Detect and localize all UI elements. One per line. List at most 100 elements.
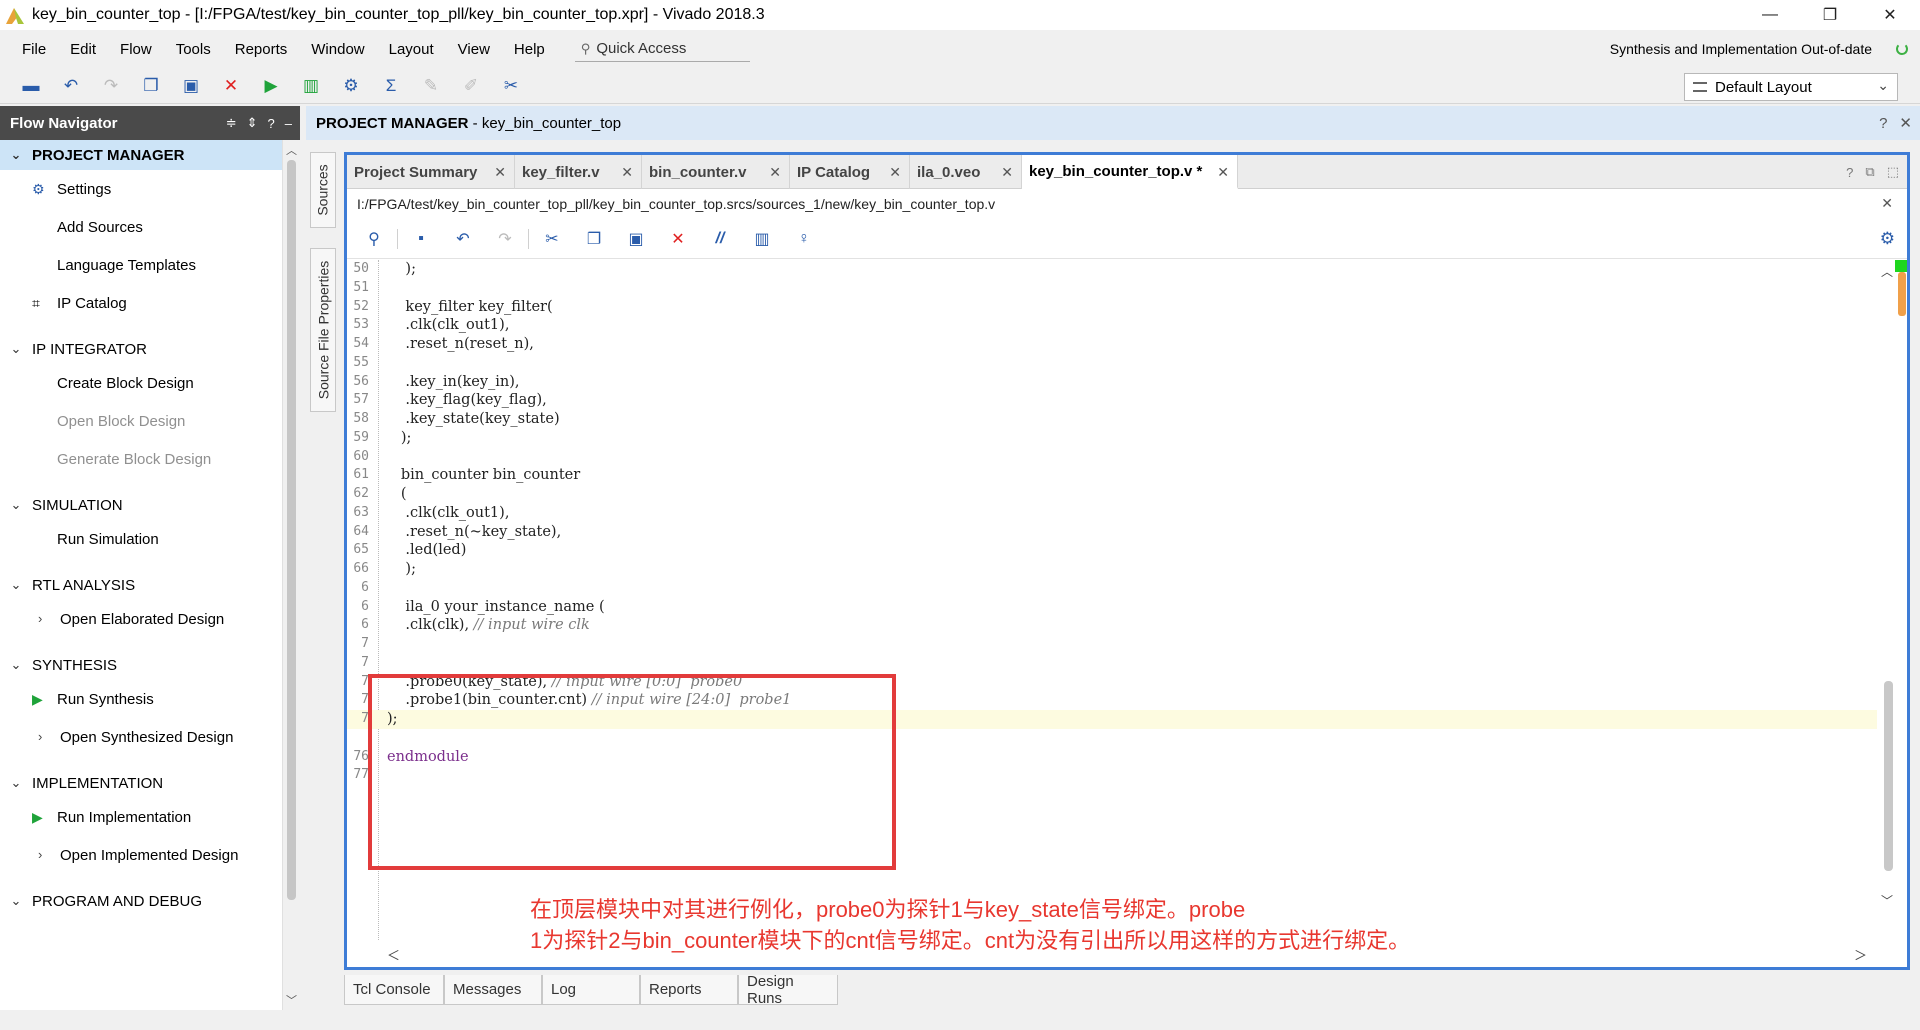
scroll-up-icon[interactable]: ︿ [1881,263,1893,280]
code-line[interactable]: 53 .clk(clk_out1), [347,316,1877,335]
code-line[interactable]: 51 [347,279,1877,298]
code-line[interactable]: 56 .key_in(key_in), [347,373,1877,392]
comment-button[interactable]: // [699,224,741,254]
chevron-down-icon[interactable]: ⌄ [0,147,32,163]
menu-view[interactable]: View [446,30,502,68]
save-button[interactable]: ▪ [400,224,442,254]
undo-button[interactable]: ↶ [442,224,484,254]
menu-layout[interactable]: Layout [377,30,446,68]
menu-flow[interactable]: Flow [108,30,164,68]
code-line[interactable]: 64 .reset_n(~key_state), [347,523,1877,542]
close-icon[interactable]: ✕ [1881,195,1893,212]
scrollbar-thumb[interactable] [1884,681,1893,871]
code-line[interactable]: 62 ( [347,485,1877,504]
scroll-down-icon[interactable]: ﹀ [286,992,297,1008]
delete-button[interactable]: ✕ [657,224,699,254]
code-line[interactable]: 54 .reset_n(reset_n), [347,335,1877,354]
code-line[interactable]: 63 .clk(clk_out1), [347,504,1877,523]
nav-item-create-block-design[interactable]: Create Block Design [0,364,282,402]
tab-key-bin-counter-top[interactable]: key_bin_counter_top.v * ✕ [1022,155,1238,189]
menu-file[interactable]: File [10,30,58,68]
close-tab-icon[interactable]: ✕ [769,164,781,181]
tab-design-runs[interactable]: Design Runs [738,973,838,1007]
delete-button[interactable]: ✕ [211,71,251,101]
collapse-all-icon[interactable]: ≑ [226,115,237,131]
code-line[interactable]: 6 .clk(clk), // input wire clk [347,616,1877,635]
chevron-down-icon[interactable]: ⌄ [0,577,32,593]
code-line[interactable]: 59 ); [347,429,1877,448]
tab-bin-counter[interactable]: bin_counter.v ✕ [642,155,790,189]
minimize-panel-icon[interactable]: – [285,116,292,131]
code-line[interactable]: 66 ); [347,560,1877,579]
scrollbar-thumb[interactable] [287,160,296,900]
code-line[interactable]: 57 .key_flag(key_flag), [347,391,1877,410]
nav-section-synthesis[interactable]: ⌄ SYNTHESIS [0,650,282,680]
tab-sources[interactable]: Sources [310,152,336,228]
nav-item-settings[interactable]: ⚙ Settings [0,170,282,208]
copy-button[interactable]: ❐ [573,224,615,254]
code-line[interactable]: 52 key_filter key_filter( [347,298,1877,317]
paste-button[interactable]: ▣ [171,71,211,101]
program-device-button[interactable]: ▥ [291,71,331,101]
nav-section-project-manager[interactable]: ⌄ PROJECT MANAGER [0,140,282,170]
quick-access-input[interactable]: ⚲ Quick Access [574,36,750,62]
tab-key-filter[interactable]: key_filter.v ✕ [515,155,642,189]
chevron-right-icon[interactable]: › [38,611,42,626]
restore-button[interactable]: ❐ [1800,0,1860,30]
nav-section-program-and-debug[interactable]: ⌄ PROGRAM AND DEBUG [0,886,282,916]
nav-section-ip-integrator[interactable]: ⌄ IP INTEGRATOR [0,334,282,364]
scroll-right-icon[interactable]: ＞ [1854,945,1867,964]
redo-button[interactable]: ↷ [484,224,526,254]
code-line[interactable]: 58 .key_state(key_state) [347,410,1877,429]
nav-item-run-synthesis[interactable]: ▶ Run Synthesis [0,680,282,718]
copy-button[interactable]: ❐ [131,71,171,101]
code-line[interactable]: 6 [347,579,1877,598]
column-button[interactable]: ▥ [741,224,783,254]
tab-ila-veo[interactable]: ila_0.veo ✕ [910,155,1022,189]
chevron-down-icon[interactable]: ⌄ [0,657,32,673]
nav-item-open-synthesized-design[interactable]: › Open Synthesized Design [0,718,282,756]
flow-navigator-scrollbar[interactable]: ︿ ﹀ [282,140,300,1010]
hint-button[interactable]: ♀ [783,224,825,254]
chevron-down-icon[interactable]: ⌄ [0,497,32,513]
close-tab-icon[interactable]: ✕ [889,164,901,181]
close-tab-icon[interactable]: ✕ [494,164,506,181]
code-line[interactable]: 6 ila_0 your_instance_name ( [347,598,1877,617]
chevron-right-icon[interactable]: › [38,847,42,862]
code-line[interactable]: 55 [347,354,1877,373]
find-button[interactable]: ⚲ [353,224,395,254]
menu-reports[interactable]: Reports [223,30,300,68]
close-icon[interactable]: ✕ [1899,114,1912,132]
paste-button[interactable]: ▣ [615,224,657,254]
help-icon[interactable]: ? [1879,115,1887,132]
tab-project-summary[interactable]: Project Summary ✕ [347,155,515,189]
settings-button[interactable]: ⚙ [331,71,371,101]
tab-ip-catalog[interactable]: IP Catalog ✕ [790,155,910,189]
close-tab-icon[interactable]: ✕ [621,164,633,181]
tab-tcl-console[interactable]: Tcl Console [344,975,444,1005]
close-window-button[interactable]: ✕ [1860,0,1920,30]
scroll-up-icon[interactable]: ︿ [286,142,297,158]
close-tab-icon[interactable]: ✕ [1001,164,1013,181]
chevron-right-icon[interactable]: › [38,729,42,744]
gear-icon[interactable]: ⚙ [1880,229,1895,249]
menu-window[interactable]: Window [299,30,376,68]
code-line[interactable]: 7 [347,654,1877,673]
run-button[interactable]: ▶ [251,71,291,101]
nav-item-add-sources[interactable]: Add Sources [0,208,282,246]
tab-messages[interactable]: Messages [444,975,542,1005]
nav-item-ip-catalog[interactable]: ⌗ IP Catalog [0,284,282,322]
menu-tools[interactable]: Tools [164,30,223,68]
scroll-down-icon[interactable]: ﹀ [1881,892,1893,909]
open-project-button[interactable]: ▬ [11,71,51,101]
code-line[interactable]: 65 .led(led) [347,541,1877,560]
nav-item-generate-block-design[interactable]: Generate Block Design [0,440,282,478]
nav-item-run-simulation[interactable]: Run Simulation [0,520,282,558]
nav-item-open-block-design[interactable]: Open Block Design [0,402,282,440]
layout-select[interactable]: Default Layout ⌄ [1684,73,1898,101]
code-line[interactable]: 50 ); [347,260,1877,279]
nav-item-language-templates[interactable]: Language Templates [0,246,282,284]
nav-section-implementation[interactable]: ⌄ IMPLEMENTATION [0,768,282,798]
code-line[interactable]: 61 bin_counter bin_counter [347,466,1877,485]
chevron-down-icon[interactable]: ⌄ [0,893,32,909]
